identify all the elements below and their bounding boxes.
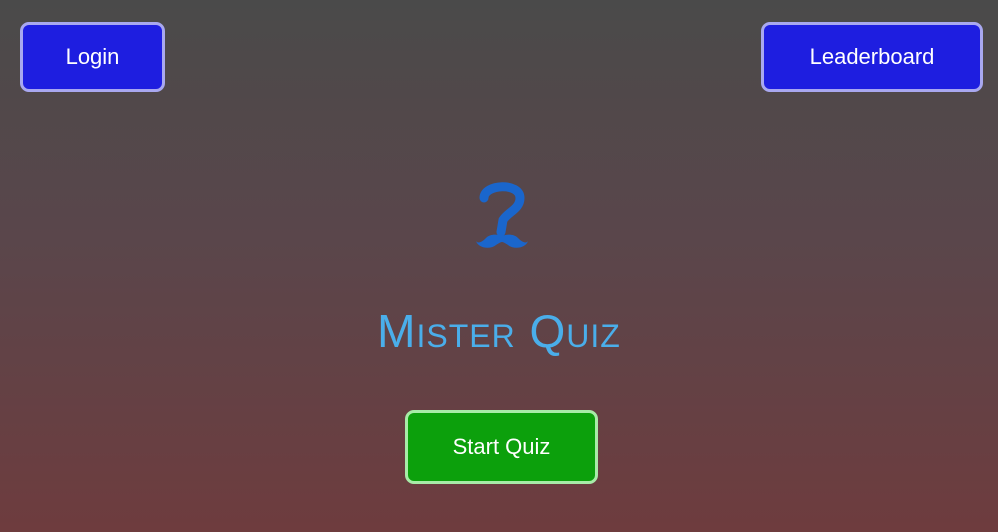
- start-quiz-button[interactable]: Start Quiz: [405, 410, 598, 484]
- question-mustache-icon: [472, 178, 532, 256]
- leaderboard-button[interactable]: Leaderboard: [761, 22, 983, 92]
- login-button[interactable]: Login: [20, 22, 165, 92]
- app-title: Mister Quiz: [377, 305, 621, 357]
